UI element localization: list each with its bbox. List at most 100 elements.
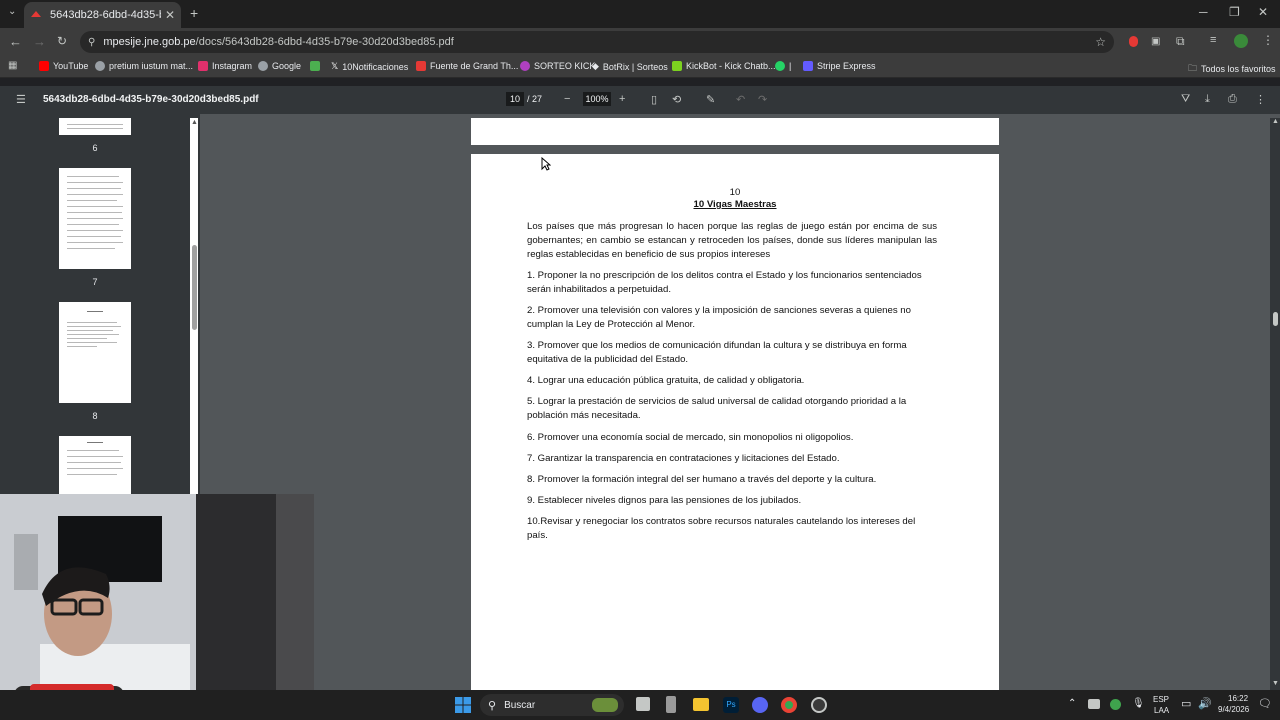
notifications-icon[interactable]: 🗨 xyxy=(1258,697,1272,710)
bookmark-sorteo-kick[interactable]: SORTEO KICK xyxy=(520,61,595,71)
url-path: /docs/5643db28-6dbd-4d35-b79e-30d20d3bed… xyxy=(195,36,454,48)
tab-title: 5643db28-6dbd-4d35-b79e-30 xyxy=(50,9,161,21)
bookmarks-bar: ▦ YouTube pretium iustum mat... Instagra… xyxy=(0,56,1280,78)
redo-icon[interactable]: ↷ xyxy=(758,93,767,106)
thumbnail-page-6[interactable] xyxy=(59,118,131,135)
pdf-favicon-icon xyxy=(31,11,41,17)
more-options-icon[interactable]: ⋮ xyxy=(1255,93,1266,106)
search-icon: ⚲ xyxy=(488,699,497,712)
address-bar[interactable]: ⚲ mpesije.jne.gob.pe/docs/5643db28-6dbd-… xyxy=(80,31,1114,53)
webcam-overlay xyxy=(0,494,314,720)
tray-app-icon[interactable] xyxy=(1110,699,1121,710)
sorteo-icon xyxy=(520,61,530,71)
annotate-icon[interactable]: ✎ xyxy=(706,93,715,106)
tray-chevron-icon[interactable]: ⌃ xyxy=(1068,698,1076,709)
list-item: 5. Lograr la prestación de servicios de … xyxy=(527,396,907,421)
tab-search-chevron-icon[interactable]: ⌄ xyxy=(8,6,16,17)
windows-start-icon[interactable] xyxy=(455,697,471,713)
tab-close-icon[interactable]: ✕ xyxy=(165,8,175,22)
media-controls-icon[interactable]: ≡ xyxy=(1210,34,1216,46)
thumbnail-page-7[interactable] xyxy=(59,168,131,269)
sidebar-scroll-up-icon[interactable]: ▲ xyxy=(191,119,198,126)
main-scrollbar-track[interactable] xyxy=(1270,118,1280,690)
bookmark-youtube[interactable]: YouTube xyxy=(39,61,88,71)
page-number-input[interactable]: 10 xyxy=(506,92,524,106)
bookmark-10notificaciones[interactable]: 𝕏 10Notificaciones xyxy=(331,61,408,72)
site-info-icon[interactable]: ⚲ xyxy=(88,37,95,48)
discord-icon[interactable] xyxy=(752,697,768,713)
bookmark-star-icon[interactable]: ☆ xyxy=(1095,35,1106,49)
tray-app-icon[interactable] xyxy=(1088,699,1100,709)
zoom-out-icon[interactable]: − xyxy=(564,93,570,105)
browser-toolbar: ← → ↻ ⚲ mpesije.jne.gob.pe/docs/5643db28… xyxy=(0,28,1280,56)
list-item: 2. Promover una televisión con valores y… xyxy=(527,305,911,330)
volume-icon[interactable]: 🔊 xyxy=(1198,697,1212,710)
mouse-cursor-icon xyxy=(541,157,551,171)
search-highlight-icon xyxy=(592,698,618,712)
bookmark-pretium[interactable]: pretium iustum mat... xyxy=(95,61,193,71)
apps-grid-icon[interactable]: ▦ xyxy=(8,60,17,71)
browser-tab-active[interactable]: 5643db28-6dbd-4d35-b79e-30 ✕ xyxy=(24,2,181,28)
undo-icon[interactable]: ↶ xyxy=(736,93,745,106)
bookmark-instagram[interactable]: Instagram xyxy=(198,61,252,71)
back-icon[interactable]: ← xyxy=(9,34,22,49)
language-code[interactable]: ESP xyxy=(1153,695,1169,704)
page-number-label: 10 xyxy=(729,187,741,198)
extensions-puzzle-icon[interactable]: ⧉ xyxy=(1176,34,1185,49)
scroll-down-icon[interactable]: ▼ xyxy=(1272,680,1279,687)
chrome-icon[interactable] xyxy=(781,697,797,713)
obs-icon[interactable] xyxy=(811,697,827,713)
rotate-icon[interactable]: ⟲ xyxy=(672,93,681,106)
bookmark-fuente-gta[interactable]: Fuente de Grand Th... xyxy=(416,61,518,71)
pdf-toolbar: ☰ 5643db28-6dbd-4d35-b79e-30d20d3bed85.p… xyxy=(0,86,1280,114)
profile-avatar[interactable] xyxy=(1234,34,1248,48)
instagram-icon xyxy=(198,61,208,71)
photoshop-icon[interactable]: Ps xyxy=(723,697,739,713)
sidebar-menu-icon[interactable]: ☰ xyxy=(16,93,26,106)
intro-paragraph: Los países que más progresan lo hacen po… xyxy=(527,221,937,260)
clock-time[interactable]: 16:22 xyxy=(1228,694,1248,703)
all-bookmarks-folder[interactable]: 🗀 Todos los favoritos xyxy=(1188,61,1276,77)
minimize-icon[interactable]: ─ xyxy=(1199,5,1208,19)
bookmark-botrix[interactable]: ◆ BotRix | Sorteos xyxy=(592,61,668,72)
reload-icon[interactable]: ↻ xyxy=(57,34,67,48)
thumbnail-number: 6 xyxy=(92,143,98,153)
browser-menu-icon[interactable]: ⋮ xyxy=(1262,33,1274,47)
bookmark-stripe[interactable]: Stripe Express xyxy=(803,61,876,71)
save-drive-icon[interactable]: ⛛ xyxy=(1181,93,1190,106)
taskbar-search[interactable]: ⚲ Buscar xyxy=(480,694,624,716)
list-item: 4. Lograr una educación pública gratuita… xyxy=(527,375,805,386)
file-explorer-icon[interactable] xyxy=(693,698,709,711)
fit-page-icon[interactable]: ▯ xyxy=(651,93,657,106)
thumbnail-page-9[interactable] xyxy=(59,436,131,494)
thumbnail-number: 7 xyxy=(92,277,98,287)
keyboard-layout[interactable]: LAA xyxy=(1154,706,1169,715)
close-window-icon[interactable]: ✕ xyxy=(1258,5,1268,19)
bookmark-kickbot[interactable]: KickBot - Kick Chatb... xyxy=(672,61,776,71)
webcam-feed-image xyxy=(0,494,314,720)
extension-red-icon[interactable] xyxy=(1129,36,1138,47)
clock-date[interactable]: 9/4/2026 xyxy=(1218,705,1249,714)
bookmark-google[interactable]: Google xyxy=(258,61,301,71)
zoom-in-icon[interactable]: + xyxy=(619,93,625,105)
zoom-input[interactable]: 100% xyxy=(583,92,611,106)
bookmark-green[interactable] xyxy=(310,61,324,71)
sidebar-scrollbar-thumb[interactable] xyxy=(192,245,197,330)
youtube-icon xyxy=(39,61,49,71)
network-icon[interactable]: ▭ xyxy=(1181,697,1191,710)
app-icon[interactable] xyxy=(666,696,676,713)
forward-icon[interactable]: → xyxy=(33,34,46,49)
main-scrollbar-thumb[interactable] xyxy=(1273,312,1278,326)
download-icon[interactable]: ⤓ xyxy=(1205,93,1210,106)
scroll-up-icon[interactable]: ▲ xyxy=(1272,118,1279,125)
extension-icon[interactable]: ▣ xyxy=(1151,36,1160,47)
bookmark-whatsapp[interactable]: | xyxy=(775,61,791,71)
pdf-page-10: 10 10 Vigas Maestras Los países que más … xyxy=(471,154,999,690)
restore-icon[interactable]: ❐ xyxy=(1229,5,1240,19)
print-icon[interactable]: ⎙ xyxy=(1228,93,1237,106)
new-tab-button[interactable]: + xyxy=(190,5,198,21)
task-view-icon[interactable] xyxy=(636,697,650,711)
thumbnail-page-8[interactable] xyxy=(59,302,131,403)
microphone-icon[interactable]: 🎙 xyxy=(1132,698,1145,709)
windows-taskbar: ⚲ Buscar Ps ⌃ 🎙 ESP LAA ▭ 🔊 16:22 9/4/20… xyxy=(0,690,1280,720)
